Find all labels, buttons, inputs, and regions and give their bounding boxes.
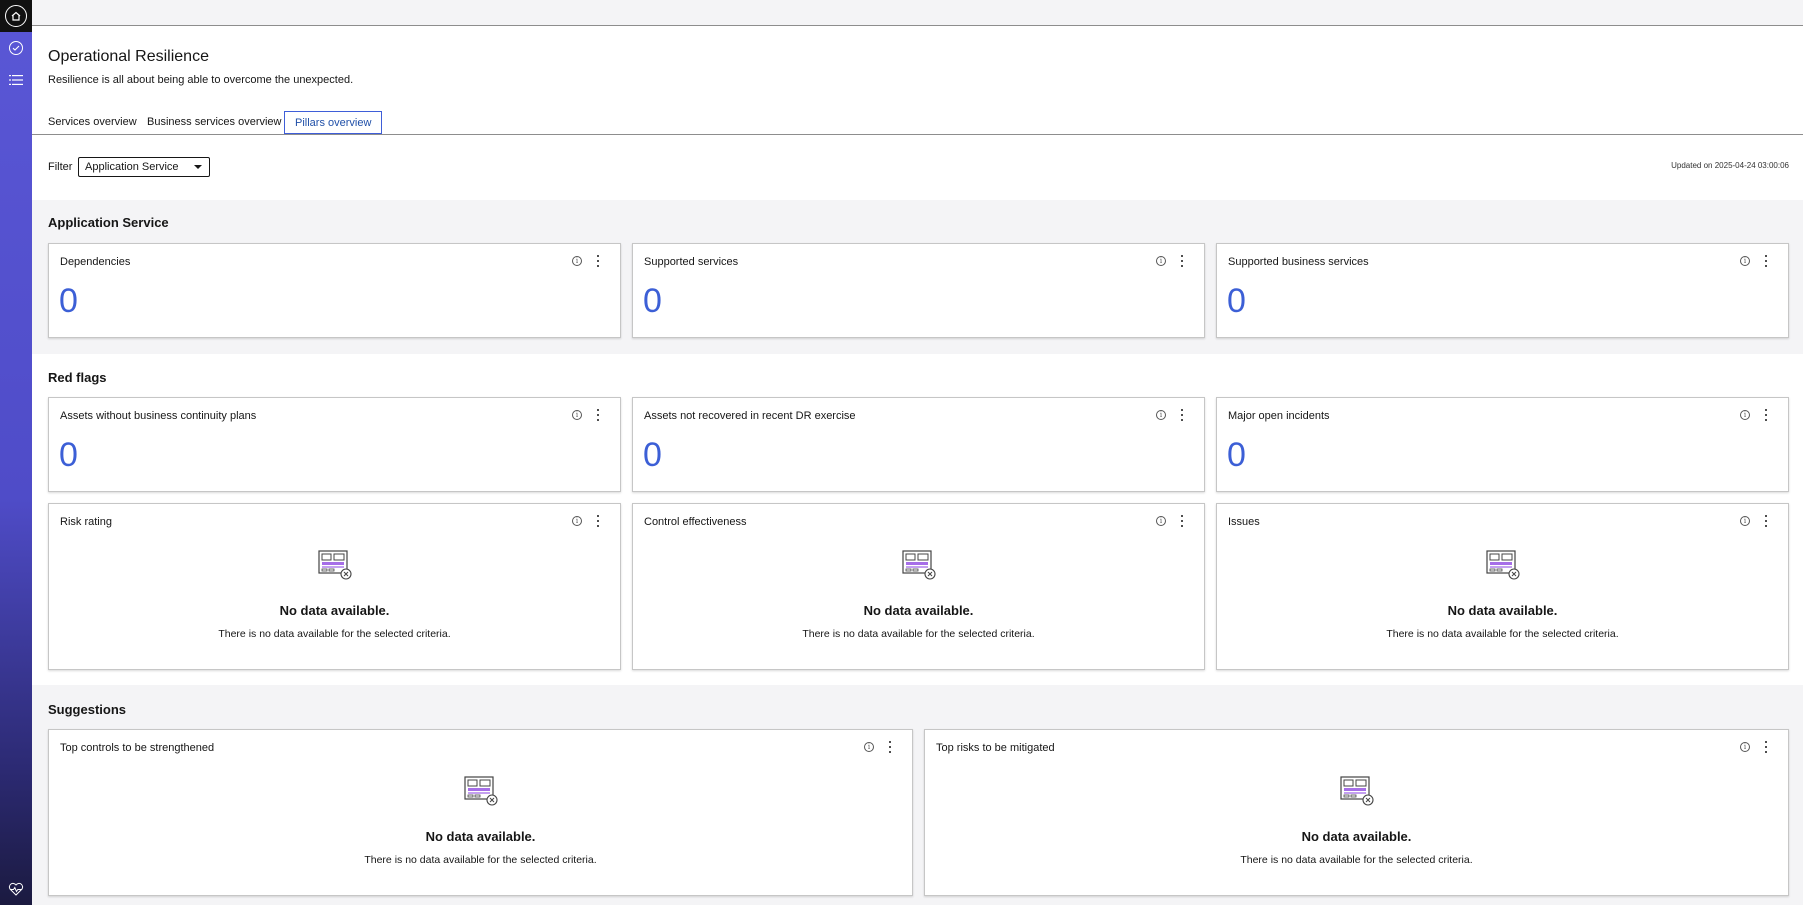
card-major-open-incidents: Major open incidents i 0 [1216,397,1789,492]
page-title: Operational Resilience [48,48,209,65]
card-title: Issues [1228,516,1260,528]
health-button[interactable] [0,873,32,905]
card-assets-without-bcp: Assets without business continuity plans… [48,397,621,492]
section-title-red-flags: Red flags [48,370,107,385]
no-data-text: There is no data available for the selec… [364,854,597,866]
home-icon [5,5,27,27]
no-data-title: No data available. [425,829,536,844]
card-title: Dependencies [60,256,131,268]
section-title-suggestions: Suggestions [48,702,127,717]
no-data-text: There is no data available for the selec… [1386,628,1619,640]
card-control-effectiveness: Control effectiveness i No data availabl… [632,503,1205,670]
no-data-icon [902,550,936,580]
no-data-title: No data available. [863,603,974,618]
card-top-risks: Top risks to be mitigated i No data avai… [924,729,1789,896]
top-bar [32,0,1803,26]
health-icon [8,882,24,896]
card-supported-services: Supported services i 0 [632,243,1205,338]
tab-business-services-overview[interactable]: Business services overview [137,111,292,133]
no-data-text: There is no data available for the selec… [1240,854,1473,866]
filter-value: Application Service [85,161,179,173]
overflow-menu-icon[interactable] [595,409,601,421]
check-circle-button[interactable] [0,32,32,64]
card-title: Supported services [644,256,739,268]
card-title: Control effectiveness [644,516,747,528]
card-value: 0 [1227,282,1246,320]
info-icon[interactable]: i [572,516,582,526]
no-data-title: No data available. [1447,603,1558,618]
info-icon[interactable]: i [864,742,874,752]
card-supported-business-services: Supported business services i 0 [1216,243,1789,338]
list-icon [9,75,23,85]
filter-dropdown[interactable]: Application Service [78,157,210,177]
check-circle-icon [9,41,23,55]
card-value: 0 [643,436,662,474]
info-icon[interactable]: i [1156,410,1166,420]
tab-services-overview[interactable]: Services overview [38,111,147,133]
no-data-title: No data available. [1301,829,1412,844]
page-subtitle: Resilience is all about being able to ov… [48,74,354,86]
tab-bar: Services overview Business services over… [32,111,1803,135]
overflow-menu-icon[interactable] [1763,741,1769,753]
no-data-icon [1486,550,1520,580]
info-icon[interactable]: i [1156,256,1166,266]
card-issues: Issues i No data available. There is no … [1216,503,1789,670]
card-value: 0 [59,282,78,320]
no-data-title: No data available. [279,603,390,618]
card-title: Assets not recovered in recent DR exerci… [644,410,856,422]
overflow-menu-icon[interactable] [1763,515,1769,527]
info-icon[interactable]: i [1156,516,1166,526]
no-data-icon [318,550,352,580]
sidebar [0,0,32,905]
overflow-menu-icon[interactable] [1763,255,1769,267]
card-title: Risk rating [60,516,112,528]
list-button[interactable] [0,64,32,96]
no-data-icon [1340,776,1374,806]
card-title: Top risks to be mitigated [936,742,1055,754]
overflow-menu-icon[interactable] [1179,255,1185,267]
page-header: Operational Resilience Resilience is all… [32,26,1803,200]
home-button[interactable] [0,0,32,32]
no-data-text: There is no data available for the selec… [802,628,1035,640]
info-icon[interactable]: i [572,256,582,266]
card-title: Supported business services [1228,256,1369,268]
card-top-controls: Top controls to be strengthened i No dat… [48,729,913,896]
no-data-text: There is no data available for the selec… [218,628,451,640]
card-value: 0 [643,282,662,320]
card-title: Top controls to be strengthened [60,742,215,754]
card-title: Major open incidents [1228,410,1330,422]
info-icon[interactable]: i [572,410,582,420]
overflow-menu-icon[interactable] [1179,515,1185,527]
section-title-application-service: Application Service [48,215,169,230]
card-value: 0 [1227,436,1246,474]
info-icon[interactable]: i [1740,410,1750,420]
info-icon[interactable]: i [1740,742,1750,752]
updated-timestamp: Updated on 2025-04-24 03:00:06 [1671,161,1789,170]
overflow-menu-icon[interactable] [1763,409,1769,421]
overflow-menu-icon[interactable] [887,741,893,753]
card-risk-rating: Risk rating i No data available. There i… [48,503,621,670]
card-assets-not-recovered: Assets not recovered in recent DR exerci… [632,397,1205,492]
tab-pillars-overview[interactable]: Pillars overview [284,111,383,134]
overflow-menu-icon[interactable] [1179,409,1185,421]
card-value: 0 [59,436,78,474]
info-icon[interactable]: i [1740,256,1750,266]
no-data-icon [464,776,498,806]
card-title: Assets without business continuity plans [60,410,257,422]
card-dependencies: Dependencies i 0 [48,243,621,338]
overflow-menu-icon[interactable] [595,255,601,267]
filter-label: Filter [48,161,73,173]
overflow-menu-icon[interactable] [595,515,601,527]
info-icon[interactable]: i [1740,516,1750,526]
caret-down-icon [194,165,202,169]
